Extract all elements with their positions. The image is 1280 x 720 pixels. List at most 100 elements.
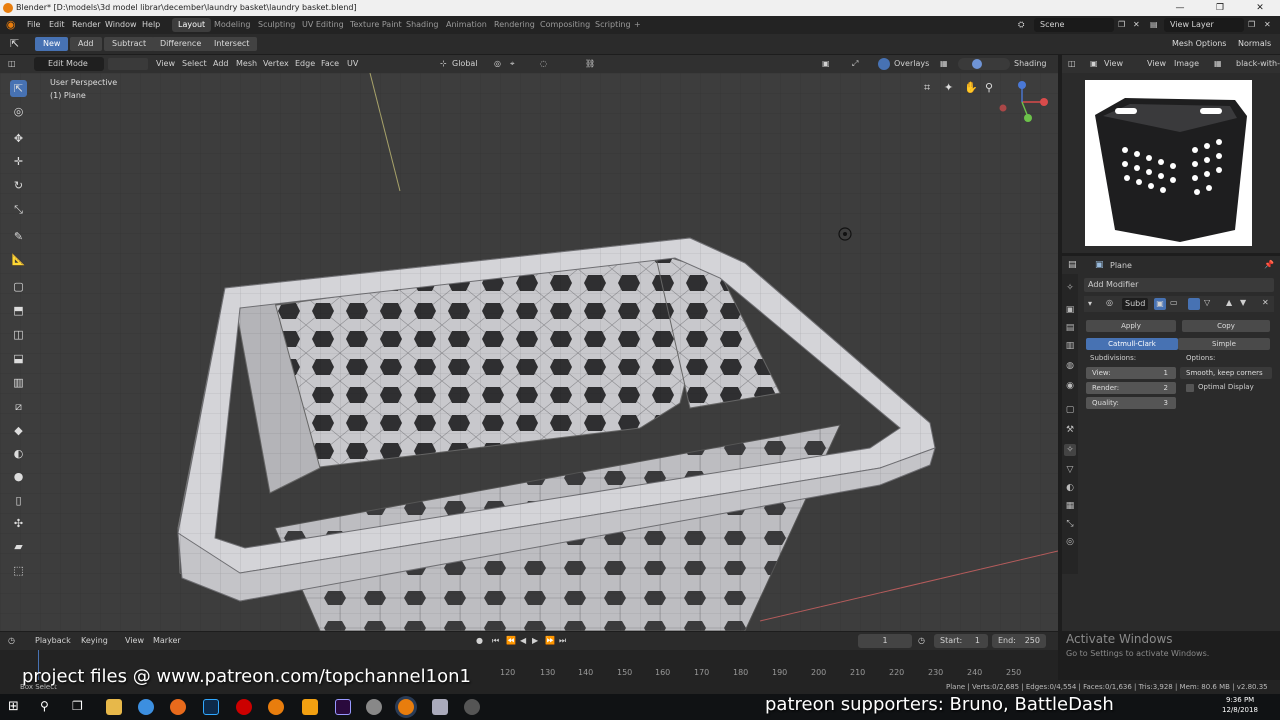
bevel-tool-icon[interactable]: ⬓ [10, 350, 27, 367]
menu-uv[interactable]: UV [347, 55, 358, 73]
overlays-toggle-icon[interactable] [878, 58, 890, 70]
scale-tool-icon[interactable]: ⤡ [10, 201, 27, 218]
uv-smooth-dropdown[interactable]: Smooth, keep corners [1180, 367, 1272, 379]
visibility-icon[interactable]: ⛓ [585, 55, 595, 73]
poly-build-tool-icon[interactable]: ◆ [10, 422, 27, 439]
minimize-button[interactable]: — [1160, 0, 1200, 16]
inset-tool-icon[interactable]: ◫ [10, 326, 27, 343]
task-view-icon[interactable]: ❐ [72, 699, 83, 713]
optimal-display-checkbox[interactable] [1186, 384, 1194, 392]
solid-shading-icon[interactable] [972, 59, 982, 69]
select-box-tool-icon[interactable]: ⇱ [10, 80, 27, 97]
image-view-dropdown[interactable]: View [1104, 55, 1123, 73]
new-scene-icon[interactable]: ❐ [1118, 16, 1125, 34]
timeline-menu-keying[interactable]: Keying [81, 632, 108, 650]
apply-button[interactable]: Apply [1086, 320, 1176, 332]
image-menu-view[interactable]: View [1147, 55, 1166, 73]
image-browse-icon[interactable]: ▦ [1214, 55, 1222, 73]
mesh-options-dropdown[interactable]: Mesh Options [1164, 37, 1234, 51]
show-viewport-icon[interactable]: ▭ [1170, 298, 1178, 307]
blender-taskbar-icon-2[interactable] [398, 699, 414, 715]
xray-icon[interactable]: ▦ [940, 55, 948, 73]
tab-layout[interactable]: Layout [172, 18, 212, 32]
render-tab-icon[interactable]: ▣ [1064, 304, 1076, 316]
close-button[interactable]: ✕ [1240, 0, 1280, 16]
editor-type-icon[interactable]: ◫ [8, 55, 16, 73]
camera-view-icon[interactable]: ⌗ [924, 81, 930, 95]
copy-button[interactable]: Copy [1182, 320, 1270, 332]
menu-window[interactable]: Window [105, 16, 137, 34]
quality-field[interactable]: Quality: 3 [1086, 397, 1176, 409]
menu-edge[interactable]: Edge [295, 55, 315, 73]
timeline-menu-view[interactable]: View [125, 632, 144, 650]
scene-tab-icon[interactable]: ◍ [1064, 360, 1076, 372]
data-tab-icon[interactable]: ▦ [1064, 500, 1076, 512]
add-workspace-button[interactable]: + [628, 18, 647, 32]
shading-modes[interactable] [958, 58, 1010, 70]
catmull-clark-tab[interactable]: Catmull-Clark [1086, 338, 1178, 350]
view-levels-field[interactable]: View: 1 [1086, 367, 1176, 379]
tab-sculpting[interactable]: Sculpting [252, 18, 301, 32]
material-tab-icon[interactable]: ⤡ [1064, 518, 1076, 530]
menu-edit[interactable]: Edit [49, 16, 65, 34]
file-explorer-icon[interactable] [106, 699, 122, 715]
render-levels-field[interactable]: Render: 2 [1086, 382, 1176, 394]
app-icon[interactable] [366, 699, 382, 715]
world-tab-icon[interactable]: ◉ [1064, 380, 1076, 392]
blender-menu-icon[interactable]: ◉ [6, 16, 16, 34]
scene-selector[interactable]: Scene [1034, 18, 1114, 32]
loop-cut-tool-icon[interactable]: ▥ [10, 374, 27, 391]
clock-date[interactable]: 12/8/2018 [1222, 706, 1258, 714]
edge-slide-tool-icon[interactable]: ▯ [10, 492, 27, 509]
normals-dropdown[interactable]: Normals [1230, 37, 1279, 51]
image-name-field[interactable]: black-with-si [1236, 55, 1280, 73]
select-tool-icon[interactable]: ⇱ [10, 37, 19, 50]
particles-tab-icon[interactable]: ✧ [1064, 444, 1076, 456]
delete-view-layer-icon[interactable]: ✕ [1264, 16, 1271, 34]
zoom-icon[interactable]: ⚲ [985, 81, 993, 94]
preview-range-icon[interactable]: ◷ [918, 632, 925, 650]
texture-tab-icon[interactable]: ◎ [1064, 536, 1076, 548]
image-editor-type-icon[interactable]: ◫ [1068, 55, 1076, 73]
timeline-type-icon[interactable]: ◷ [8, 632, 15, 650]
rotate-tool-icon[interactable]: ↻ [10, 177, 27, 194]
menu-render[interactable]: Render [72, 16, 100, 34]
orientation-dropdown[interactable]: Global [452, 55, 478, 73]
physics-tab-icon[interactable]: ▽ [1064, 464, 1076, 476]
tab-modeling[interactable]: Modeling [208, 18, 256, 32]
current-frame-field[interactable]: 1 [858, 634, 912, 648]
menu-file[interactable]: File [27, 16, 40, 34]
mode-new-button[interactable]: New [35, 37, 69, 51]
measure-tool-icon[interactable]: 📐 [10, 251, 27, 268]
mode-add-button[interactable]: Add [70, 37, 102, 51]
menu-add[interactable]: Add [213, 55, 229, 73]
jump-start-icon[interactable]: ⏮ [492, 632, 499, 650]
proportional-icon[interactable]: ◌ [540, 55, 547, 73]
3d-viewport[interactable]: User Perspective (1) Plane ⌗ ✦ ✋ ⚲ [0, 73, 1058, 631]
image-editor[interactable] [1062, 55, 1280, 253]
view-layer-selector[interactable]: View Layer [1164, 18, 1244, 32]
tab-uv-editing[interactable]: UV Editing [296, 18, 350, 32]
viewport-visibility-icon[interactable]: ▣ [822, 55, 830, 73]
clock-time[interactable]: 9:36 PM [1226, 696, 1254, 704]
menu-face[interactable]: Face [321, 55, 339, 73]
sublime-icon[interactable] [302, 699, 318, 715]
move-down-icon[interactable]: ▼ [1240, 298, 1246, 307]
view-layer-tab-icon[interactable]: ▥ [1064, 340, 1076, 352]
tab-shading[interactable]: Shading [400, 18, 445, 32]
shading-dropdown[interactable]: Shading [1014, 55, 1047, 73]
move-arrows-icon[interactable]: ✛ [10, 153, 27, 170]
pivot-icon[interactable]: ◎ [494, 55, 501, 73]
shrink-fatten-tool-icon[interactable]: ✣ [10, 515, 27, 532]
camera-icon[interactable]: ✦ [944, 81, 953, 94]
firefox-icon[interactable] [170, 699, 186, 715]
menu-select[interactable]: Select [182, 55, 207, 73]
end-frame-field[interactable]: End: 250 [992, 634, 1046, 648]
constraints-tab-icon[interactable]: ◐ [1064, 482, 1076, 494]
mode-selector[interactable]: Edit Mode [34, 57, 104, 71]
photoshop-icon[interactable] [203, 699, 219, 715]
timeline-menu-marker[interactable]: Marker [153, 632, 181, 650]
pan-hand-icon[interactable]: ✋ [964, 81, 978, 94]
move-up-icon[interactable]: ▲ [1226, 298, 1232, 307]
start-frame-field[interactable]: Start: 1 [934, 634, 988, 648]
